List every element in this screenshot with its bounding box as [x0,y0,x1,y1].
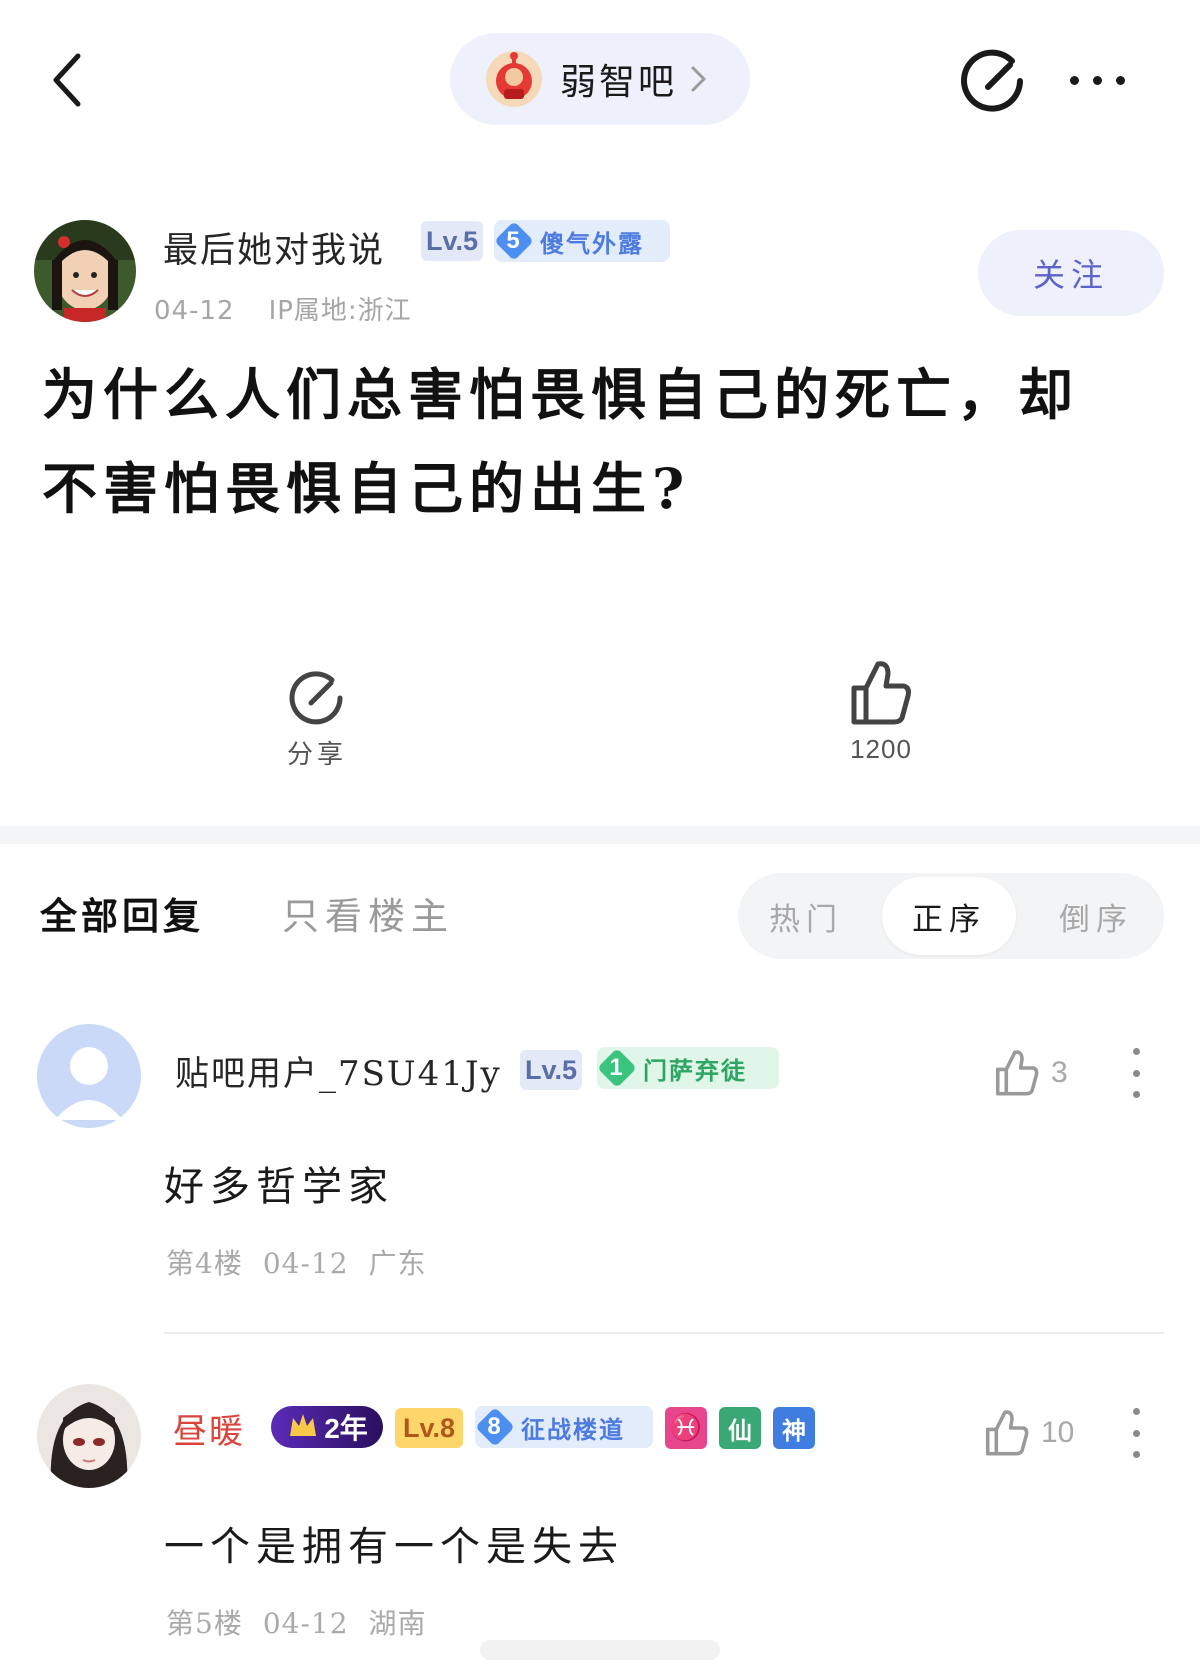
title-level-icon: 1 [597,1048,637,1088]
back-button[interactable] [40,40,100,120]
member-years-badge: 2年 [271,1406,383,1448]
reply-divider [164,1332,1164,1334]
share-icon [961,49,1023,112]
sort-switch: 热门 正序 倒序 [738,873,1164,959]
title-badge-text: 傻气外露 [540,228,644,258]
pisces-badge-icon: ♓ [665,1407,707,1449]
share-icon [289,671,343,725]
chevron-left-icon [53,53,81,107]
more-dots-icon [1070,75,1079,85]
title-level-icon: 5 [494,221,534,261]
section-divider [0,826,1200,844]
sort-hot[interactable]: 热门 [738,873,874,959]
thumbs-up-icon [995,1050,1039,1096]
forum-avatar [486,51,542,107]
ip-location: IP属地:浙江 [268,296,412,326]
follow-button[interactable]: 关注 [978,230,1164,316]
post-title-line-2: 不害怕畏惧自己的出生? [42,456,691,521]
reply-avatar[interactable] [37,1024,141,1128]
reply-content: 好多哲学家 [164,1164,394,1210]
reply-content: 一个是拥有一个是失去 [164,1524,624,1570]
title-badge-text: 门萨弃徒 [643,1055,747,1085]
reply-like-button[interactable]: 3 [993,1048,1068,1098]
title-badge: 5 傻气外露 [494,220,670,262]
reply-date: 04-12 [262,1607,349,1640]
more-vertical-icon [1132,1408,1140,1415]
forum-name: 弱智吧 [560,62,678,103]
reply-location: 湖南 [368,1607,427,1640]
share-button[interactable] [960,45,1030,115]
reply-date: 04-12 [262,1247,349,1280]
tab-all-replies[interactable]: 全部回复 [40,886,204,940]
reply-location: 广东 [368,1247,427,1280]
thumbs-up-icon [851,661,911,725]
author-meta: 04-12 IP属地:浙江 [154,290,412,327]
post-title-line-1: 为什么人们总害怕畏惧自己的死亡，却 [42,362,1080,427]
more-button[interactable] [1070,62,1140,98]
title-badge: 1 门萨弃徒 [597,1047,779,1089]
reply-meta: 第4楼 04-12 广东 [166,1242,427,1282]
watermark [480,1640,720,1660]
share-label: 分享 [286,740,347,770]
level-badge: Lv.5 [421,221,483,261]
reply-avatar[interactable] [37,1384,141,1488]
reply-author-name[interactable]: 昼暖 [173,1404,245,1453]
sort-desc[interactable]: 倒序 [1028,873,1164,959]
reply-meta: 第5楼 04-12 湖南 [166,1602,427,1642]
like-count: 1200 [850,734,912,764]
level-badge: Lv.5 [520,1050,582,1090]
reply-like-count: 10 [1041,1416,1075,1449]
reply-like-button[interactable]: 10 [983,1408,1074,1458]
post-title: 为什么人们总害怕畏惧自己的死亡，却 不害怕畏惧自己的出生? [42,348,1162,536]
post-date: 04-12 [154,296,235,326]
share-action[interactable]: 分享 [262,666,372,771]
reply-author-name[interactable]: 贴吧用户_7SU41Jy [175,1046,502,1095]
author-name[interactable]: 最后她对我说 [163,222,385,273]
reply-more-button[interactable] [1121,1048,1151,1098]
reply-more-button[interactable] [1121,1408,1151,1458]
reply-floor: 第4楼 [166,1247,243,1280]
sort-asc[interactable]: 正序 [882,877,1016,955]
level-badge: Lv.8 [395,1408,463,1448]
forum-pill[interactable]: 弱智吧 [450,33,750,125]
title-level-icon: 8 [475,1407,515,1447]
immortal-badge-icon: 仙 [719,1407,761,1449]
title-badge: 8 征战楼道 [475,1406,653,1448]
tab-op-only[interactable]: 只看楼主 [282,886,454,940]
chevron-right-icon [691,66,706,92]
god-badge-icon: 神 [773,1407,815,1449]
more-vertical-icon [1132,1048,1140,1055]
thumbs-up-icon [985,1410,1029,1456]
title-badge-text: 征战楼道 [521,1414,625,1444]
like-action[interactable]: 1200 [826,658,936,765]
author-avatar[interactable] [34,220,136,322]
reply-floor: 第5楼 [166,1607,243,1640]
reply-like-count: 3 [1051,1056,1068,1089]
crown-icon [290,1414,317,1436]
